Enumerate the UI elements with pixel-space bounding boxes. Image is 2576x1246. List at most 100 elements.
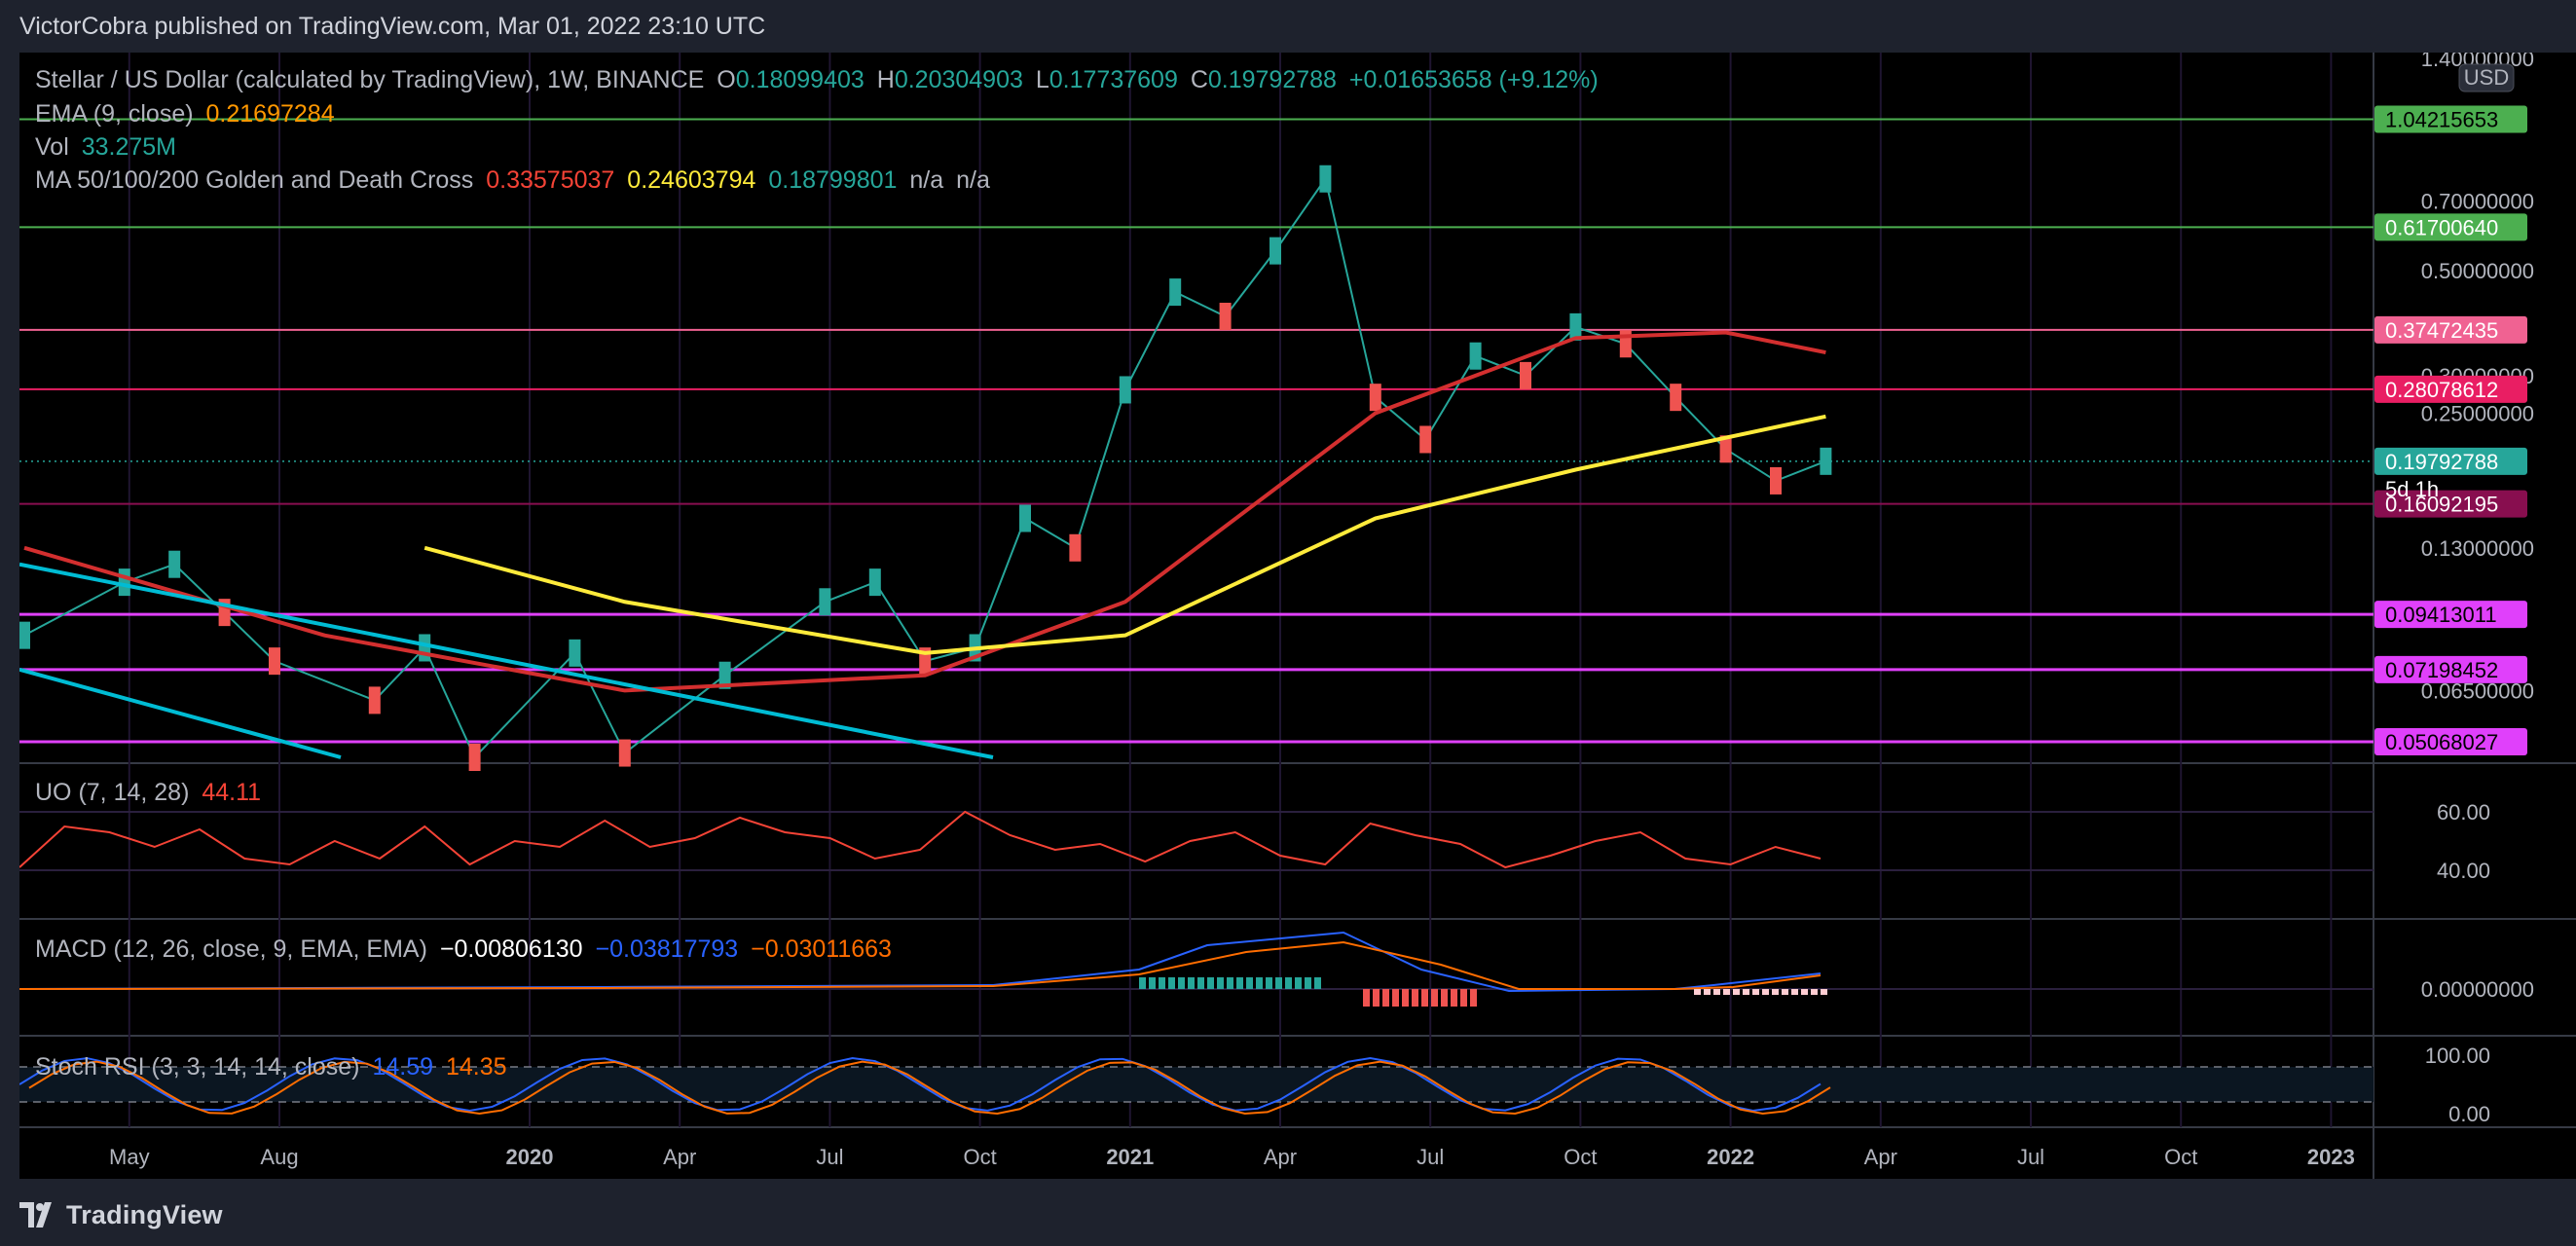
candle (1419, 425, 1432, 454)
macd-histogram-bar (1382, 989, 1389, 1007)
macd-histogram-bar (1441, 989, 1448, 1007)
legend-c-label: C (1190, 66, 1208, 93)
x-tick-label: Oct (1564, 1145, 1597, 1169)
legend-l-value: 0.17737609 (1049, 66, 1178, 93)
price-label-text: 1.04215653 (2385, 107, 2498, 131)
legend-uo: UO (7, 14, 28) 44.11 (35, 779, 267, 807)
legend-macd: MACD (12, 26, close, 9, EMA, EMA) −0.008… (35, 935, 898, 964)
legend-uo-label[interactable]: UO (7, 14, 28) (35, 779, 189, 806)
macd-histogram-bar (1392, 989, 1399, 1007)
legend-stoch: Stoch RSI (3, 3, 14, 14, close) 14.59 14… (35, 1053, 513, 1081)
x-tick-label: Jul (816, 1145, 843, 1169)
macd-histogram-bar (1460, 989, 1467, 1007)
candle (269, 647, 280, 676)
y-tick-label: 0.50000000 (2421, 259, 2534, 283)
y-tick-label: 0.13000000 (2421, 536, 2534, 561)
price-label-text: 0.09413011 (2385, 603, 2497, 627)
legend-stoch-label[interactable]: Stoch RSI (3, 3, 14, 14, close) (35, 1053, 360, 1081)
legend-change: +0.01653658 (+9.12%) (1348, 66, 1599, 93)
macd-histogram-bar (1266, 977, 1272, 989)
x-tick-label: Jul (2017, 1145, 2044, 1169)
y-tick-label: 0.70000000 (2421, 190, 2534, 214)
tradingview-wordmark: TradingView (66, 1199, 223, 1229)
chart-canvas[interactable]: May Aug 2020 Apr Jul Oct 2021 Apr Jul Oct 2022 Apr J… (19, 53, 2576, 1179)
publisher-header: VictorCobra published on TradingView.com… (0, 0, 2576, 53)
tradingview-logo[interactable]: TradingView (19, 1198, 223, 1231)
macd-histogram-bar (1412, 989, 1418, 1007)
macd-histogram-bar (1236, 977, 1243, 989)
legend-ema: EMA (9, close) 0.21697284 (35, 100, 341, 128)
legend-h-value: 0.20304903 (894, 66, 1023, 93)
candle (419, 634, 431, 662)
price-label-text: 0.61700640 (2385, 215, 2498, 239)
price-label-text: 0.19792788 (2385, 450, 2498, 474)
macd-histogram-bar (1139, 977, 1146, 989)
legend-h-label: H (876, 66, 895, 93)
price-label-text: 0.37472435 (2385, 318, 2498, 343)
macd-histogram-bar (1305, 977, 1311, 989)
macd-histogram-bar (1451, 989, 1457, 1007)
legend-ma100-value: 0.24603794 (627, 166, 756, 194)
macd-histogram-bar (1402, 989, 1409, 1007)
legend-macd-label[interactable]: MACD (12, 26, close, 9, EMA, EMA) (35, 935, 427, 963)
candle (1119, 376, 1131, 404)
macd-histogram-bar (1197, 977, 1204, 989)
macd-histogram-bar (1363, 989, 1370, 1007)
macd-histogram-bar (1373, 989, 1380, 1007)
ma100-line (423, 414, 1826, 655)
candle (1469, 342, 1482, 370)
descending-trendline-lower (19, 667, 342, 759)
macd-histogram-bar (1811, 989, 1818, 995)
chart-frame[interactable]: May Aug 2020 Apr Jul Oct 2021 Apr Jul Oct 2022 Apr J… (19, 53, 2576, 1179)
macd-histogram-bar (1821, 989, 1827, 995)
candle (1270, 237, 1281, 265)
price-label-text: 0.05068027 (2385, 730, 2498, 754)
macd-histogram-bar (1431, 989, 1438, 1007)
candle (118, 568, 130, 597)
x-tick-label: 2022 (1707, 1145, 1754, 1169)
macd-histogram-bar (1256, 977, 1263, 989)
macd-histogram-bar (1704, 989, 1711, 995)
legend-stoch-k: 14.59 (372, 1053, 434, 1081)
legend-na1: n/a (909, 166, 944, 194)
legend-macd-line: −0.03817793 (595, 935, 739, 963)
legend-symbol[interactable]: Stellar / US Dollar (calculated by Tradi… (35, 66, 704, 93)
footer: TradingView (0, 1179, 2576, 1246)
legend-uo-value: 44.11 (202, 779, 262, 806)
macd-histogram-bar (1801, 989, 1808, 995)
candle (1219, 303, 1232, 331)
candle (1770, 466, 1782, 495)
legend-ma50-value: 0.33575037 (486, 166, 615, 194)
macd-histogram-bar (1421, 989, 1428, 1007)
legend-l-label: L (1035, 66, 1049, 93)
macd-histogram-bar (1791, 989, 1798, 995)
candle (569, 639, 581, 667)
macd-histogram-bar (1178, 977, 1185, 989)
price-label-text: 0.28078612 (2385, 378, 2498, 402)
x-tick-label: 2020 (506, 1145, 554, 1169)
macd-histogram-bar (1713, 989, 1720, 995)
candle (1820, 447, 1832, 475)
legend-vol-label[interactable]: Vol (35, 133, 69, 161)
tradingview-logo-icon (19, 1202, 52, 1228)
macd-histogram-bar (1782, 989, 1788, 995)
legend-na2: n/a (956, 166, 990, 194)
candle (618, 739, 631, 767)
legend-ema-value: 0.21697284 (205, 100, 335, 128)
legend-o-value: 0.18099403 (735, 66, 865, 93)
macd-histogram-bar (1149, 977, 1156, 989)
ma50-line (23, 330, 1826, 693)
x-tick-label: 2021 (1106, 1145, 1154, 1169)
legend-o-label: O (717, 66, 736, 93)
macd-histogram-bar (1246, 977, 1253, 989)
uo-tick-label: 40.00 (2437, 859, 2490, 883)
candle (368, 686, 381, 715)
x-tick-label: Jul (1417, 1145, 1444, 1169)
legend-stoch-d: 14.35 (445, 1053, 507, 1081)
legend-main: Stellar / US Dollar (calculated by Tradi… (35, 66, 1604, 94)
legend-vol-value: 33.275M (81, 133, 177, 161)
macd-histogram-bar (1314, 977, 1321, 989)
legend-ma-label[interactable]: MA 50/100/200 Golden and Death Cross (35, 166, 473, 194)
legend-ema-label[interactable]: EMA (9, close) (35, 100, 194, 128)
publisher-line: VictorCobra published on TradingView.com… (19, 13, 766, 40)
